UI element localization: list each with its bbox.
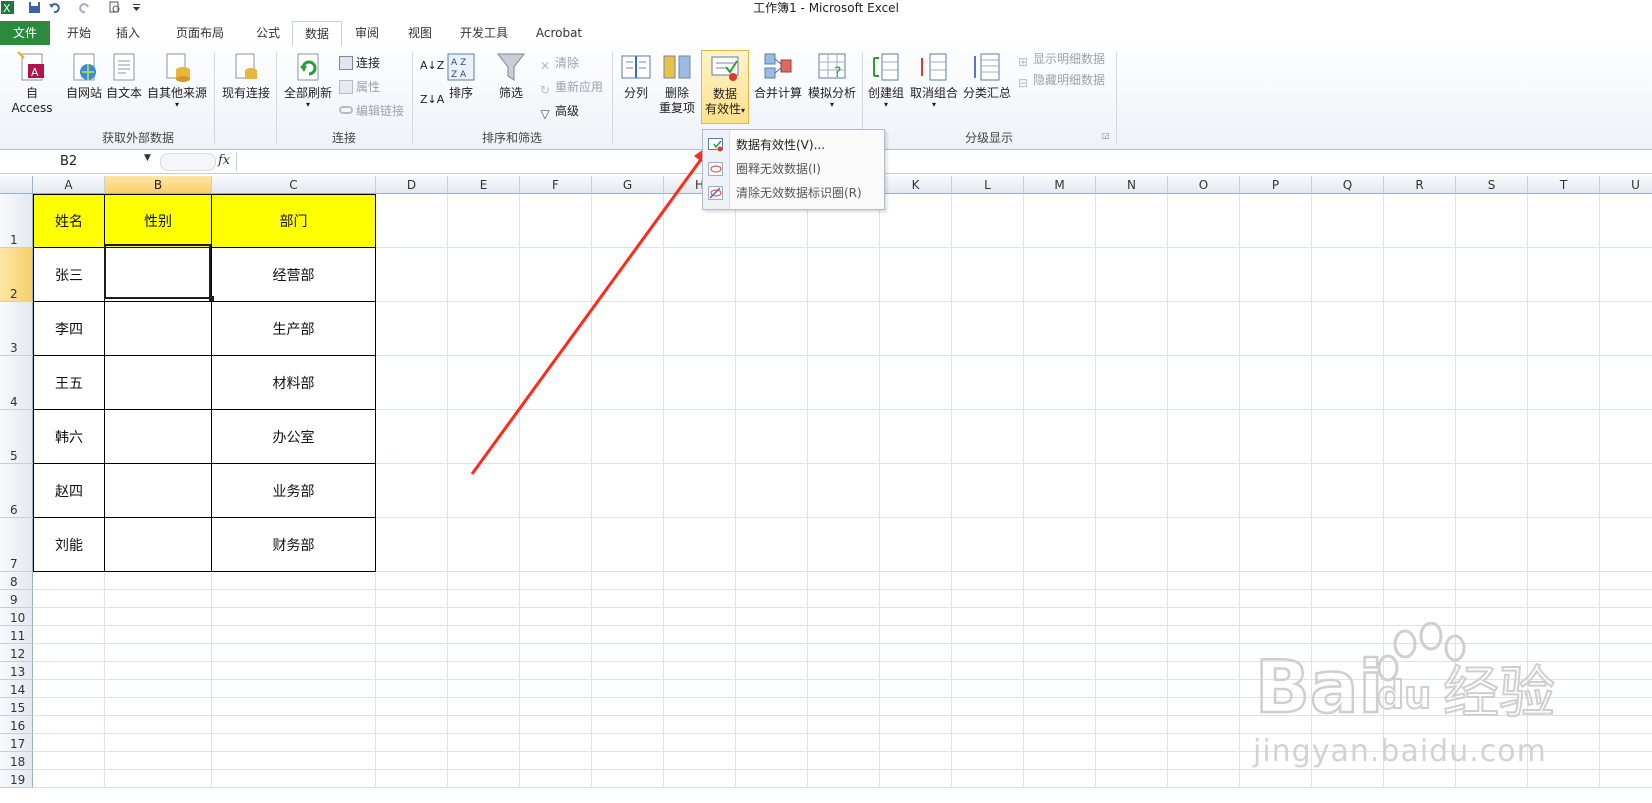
data-validation-menu: 数据有效性(V)... 圈释无效数据(I) 清除无效数据标识圈(R)	[702, 129, 885, 210]
circle-invalid-icon	[708, 162, 723, 176]
menu-item-clear-circles-label: 清除无效数据标识圈(R)	[736, 186, 862, 200]
menu-item-clear-circles[interactable]: 清除无效数据标识圈(R)	[703, 181, 884, 205]
data-validation-icon	[708, 138, 723, 152]
menu-item-data-validation-label: 数据有效性(V)...	[736, 138, 826, 152]
clear-circles-icon	[708, 186, 723, 200]
menu-item-circle-invalid[interactable]: 圈释无效数据(I)	[703, 157, 884, 181]
menu-item-data-validation[interactable]: 数据有效性(V)...	[703, 133, 884, 157]
red-arrow-annotation	[470, 143, 712, 475]
menu-item-circle-invalid-label: 圈释无效数据(I)	[736, 162, 821, 176]
